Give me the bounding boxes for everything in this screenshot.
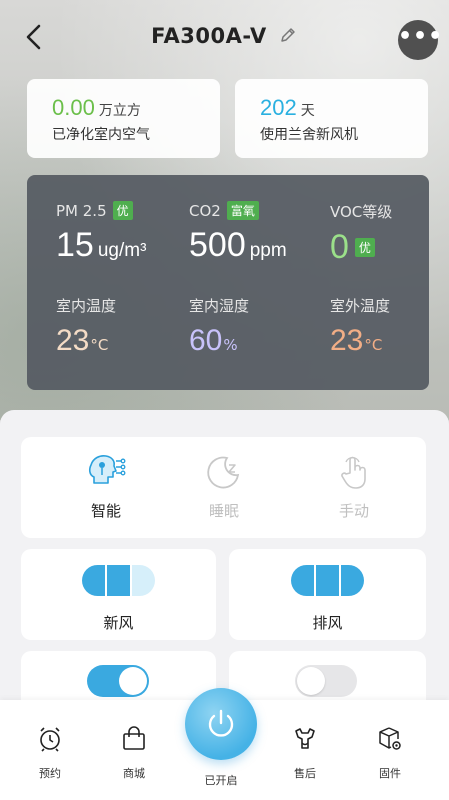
- mode-selector: 智能 睡眠 手动: [21, 437, 426, 538]
- alarm-clock-icon: [40, 727, 60, 752]
- tab-schedule[interactable]: 预约: [15, 726, 85, 781]
- power-icon: [208, 709, 234, 737]
- usage-days-card: 202 天 使用兰舍新风机: [235, 79, 428, 158]
- indoor-temp-cell: 室内温度 23°C: [56, 295, 116, 358]
- moon-icon: [207, 456, 240, 489]
- co2-value: 500: [189, 226, 246, 264]
- indoor-temp-value: 23: [56, 324, 90, 357]
- tab-firmware[interactable]: 固件: [355, 726, 425, 781]
- toggle-switch-on[interactable]: [87, 665, 149, 697]
- fresh-air-level-seg: [107, 565, 130, 596]
- outdoor-temp-value: 23: [330, 324, 364, 357]
- mode-sleep-button[interactable]: 睡眠: [174, 453, 274, 521]
- fresh-air-level-seg: [82, 565, 105, 596]
- co2-badge: 富氧: [226, 201, 259, 220]
- switch-knob: [119, 667, 147, 695]
- edit-pencil-icon[interactable]: [278, 25, 298, 45]
- usage-days-unit: 天: [300, 103, 315, 119]
- usage-days-label: 使用兰舍新风机: [260, 127, 358, 143]
- hand-pointer-icon: [341, 456, 366, 489]
- pm25-badge: 优: [112, 201, 133, 220]
- pm25-cell: PM 2.5 优 15 ug/m³: [56, 201, 146, 265]
- fresh-air-card[interactable]: 新风: [21, 549, 216, 640]
- co2-cell: CO2 富氧 500 ppm: [189, 201, 287, 265]
- tab-firmware-label: 固件: [379, 767, 401, 780]
- more-options-button[interactable]: •••: [398, 20, 442, 60]
- box-gear-icon: [379, 727, 401, 750]
- header: FA300A-V •••: [0, 0, 449, 80]
- voc-cell: VOC等级 0优: [330, 201, 392, 267]
- indoor-humidity-label: 室内湿度: [189, 297, 250, 315]
- purified-unit: 万立方: [98, 103, 141, 119]
- exhaust-level-seg: [341, 565, 364, 596]
- exhaust-card[interactable]: 排风: [229, 549, 426, 640]
- mode-smart-button[interactable]: 智能: [56, 453, 156, 521]
- tab-after-sales[interactable]: 售后: [270, 726, 340, 781]
- exhaust-level-seg: [316, 565, 339, 596]
- voc-value: 0: [330, 228, 349, 266]
- switch-knob: [297, 667, 325, 695]
- fresh-air-label: 新风: [103, 614, 134, 632]
- indoor-temp-label: 室内温度: [56, 297, 117, 315]
- voc-badge: 优: [354, 238, 375, 257]
- usage-days-value: 202: [260, 95, 297, 120]
- voc-label: VOC等级: [330, 203, 393, 221]
- bottom-tab-bar: 预约 商城 已开启 售后 固件: [0, 688, 449, 800]
- mode-sleep-label: 睡眠: [208, 502, 239, 520]
- device-title: FA300A-V: [151, 24, 267, 48]
- air-quality-panel: PM 2.5 优 15 ug/m³ CO2 富氧 500 ppm VOC等级 0优 室内…: [27, 175, 429, 390]
- outdoor-temp-unit: °C: [364, 336, 383, 354]
- indoor-humidity-value: 60: [189, 324, 223, 357]
- exhaust-level-seg: [291, 565, 314, 596]
- fresh-air-level-bar: [82, 565, 155, 596]
- mode-manual-label: 手动: [338, 502, 369, 520]
- exhaust-level-bar: [291, 565, 364, 596]
- smart-head-icon: [88, 455, 126, 484]
- outdoor-temp-label: 室外温度: [330, 297, 391, 315]
- co2-label: CO2: [189, 202, 221, 220]
- power-button[interactable]: [185, 688, 257, 760]
- exhaust-label: 排风: [312, 614, 343, 632]
- toggle-switch-off[interactable]: [295, 665, 357, 697]
- pm25-unit: ug/m³: [97, 240, 147, 261]
- mode-manual-button[interactable]: 手动: [304, 453, 404, 521]
- indoor-temp-unit: °C: [90, 336, 109, 354]
- purified-value: 0.00: [52, 95, 95, 120]
- tab-schedule-label: 预约: [39, 767, 61, 780]
- tab-mall[interactable]: 商城: [99, 726, 169, 781]
- wrench-icon: [295, 728, 315, 749]
- fresh-air-level-seg: [132, 565, 155, 596]
- tab-mall-label: 商城: [123, 767, 145, 780]
- pm25-value: 15: [56, 226, 94, 264]
- mode-smart-label: 智能: [90, 502, 121, 520]
- tab-after-sales-label: 售后: [294, 767, 316, 780]
- pm25-label: PM 2.5: [56, 202, 107, 220]
- outdoor-temp-cell: 室外温度 23°C: [330, 295, 390, 358]
- shopping-bag-icon: [123, 726, 145, 750]
- co2-unit: ppm: [249, 240, 287, 261]
- indoor-humidity-cell: 室内湿度 60%: [189, 295, 249, 358]
- power-status-label: 已开启: [204, 774, 238, 787]
- purified-label: 已净化室内空气: [52, 127, 150, 143]
- indoor-humidity-unit: %: [223, 336, 238, 354]
- purified-air-card: 0.00 万立方 已净化室内空气: [27, 79, 220, 158]
